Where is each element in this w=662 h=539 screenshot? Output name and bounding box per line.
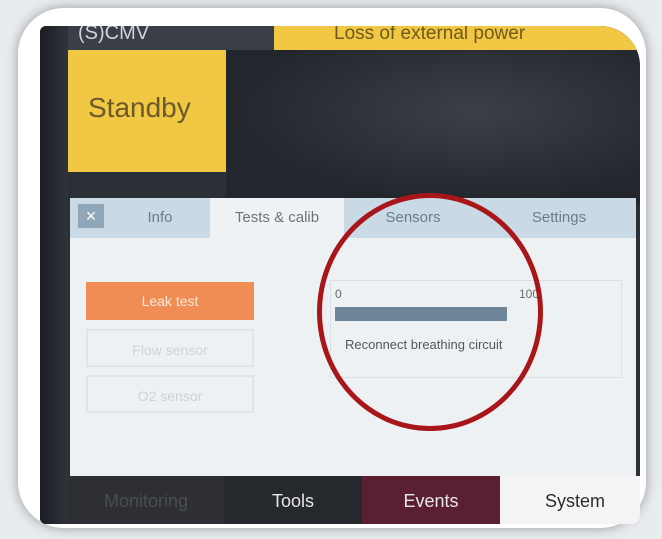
tab-tools[interactable]: Tools	[224, 476, 362, 524]
tab-monitoring[interactable]: Monitoring	[68, 476, 224, 524]
tab-tests-calib[interactable]: Tests & calib	[210, 198, 344, 238]
tab-info[interactable]: × Info	[70, 198, 210, 238]
tab-events[interactable]: Events	[362, 476, 500, 524]
bottom-navigation: Monitoring Tools Events System	[68, 476, 640, 524]
background-area	[226, 50, 640, 204]
status-bar: (S)CMV Loss of external power	[68, 26, 640, 50]
standby-label: Standby	[88, 92, 191, 123]
o2-sensor-button[interactable]: O2 sensor	[86, 375, 254, 413]
standby-button[interactable]: Standby	[68, 50, 226, 172]
tab-system[interactable]: System	[500, 476, 640, 524]
tab-info-label: Info	[147, 209, 173, 226]
leak-test-button[interactable]: Leak test	[86, 282, 254, 320]
close-icon[interactable]: ×	[78, 204, 104, 228]
screen-bezel	[40, 26, 68, 524]
ventilation-mode: (S)CMV	[78, 26, 150, 44]
highlight-circle-annotation	[317, 193, 543, 431]
flow-sensor-button[interactable]: Flow sensor	[86, 329, 254, 367]
alarm-banner[interactable]: Loss of external power	[274, 26, 640, 50]
